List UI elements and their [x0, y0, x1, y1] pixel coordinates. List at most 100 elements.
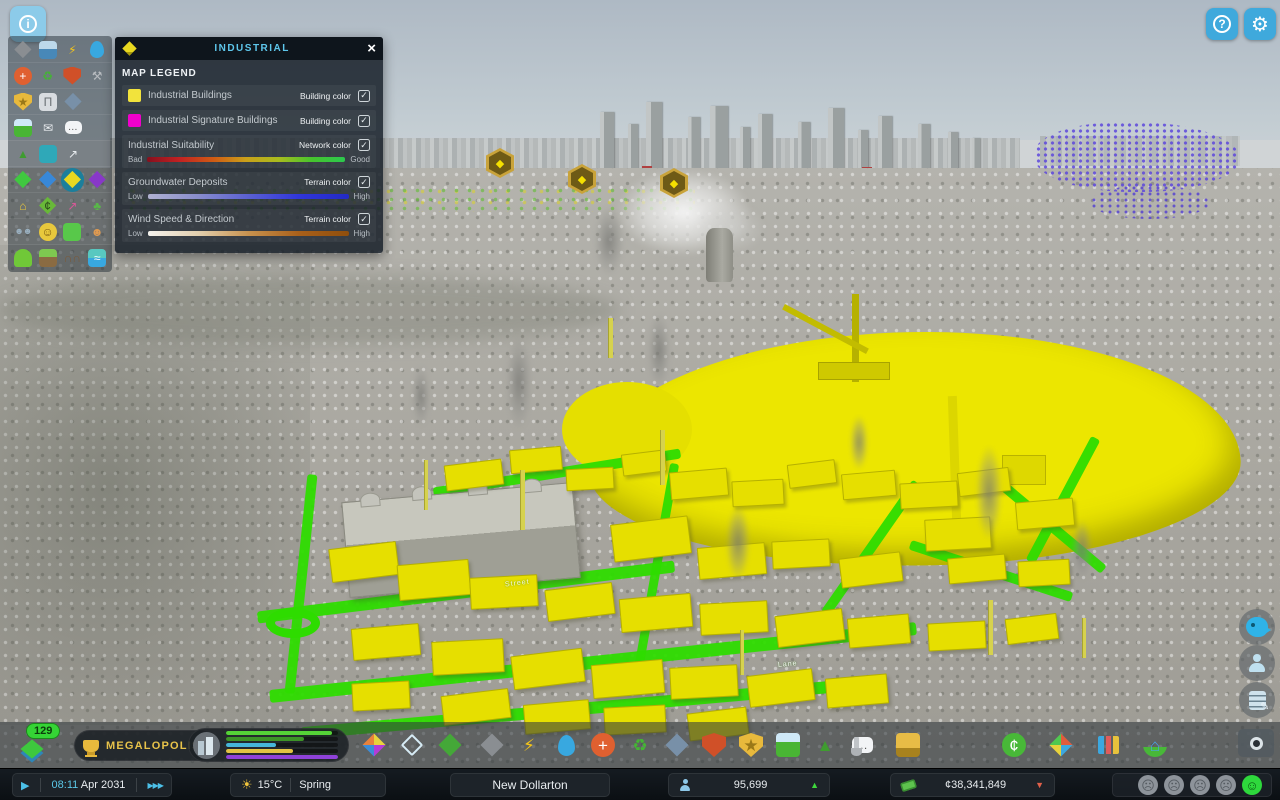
police-icon[interactable]: ★	[11, 90, 35, 114]
money-icon[interactable]	[61, 220, 85, 244]
legend-label: Industrial Signature Buildings	[148, 115, 293, 126]
demand-bars	[226, 731, 338, 759]
city-name-display[interactable]: New Dollarton	[450, 773, 610, 797]
mineral-resources-icon[interactable]	[85, 168, 109, 192]
skyscraper	[828, 108, 844, 172]
population-display[interactable]: 95,699 ▲	[668, 773, 830, 797]
parks-recreation-icon[interactable]: ▲	[11, 142, 35, 166]
legend-color-type: Terrain color	[304, 177, 351, 187]
play-button[interactable]: ▶	[21, 779, 29, 792]
terrain-icon[interactable]	[11, 246, 35, 270]
settings-button[interactable]: ⚙	[1244, 8, 1276, 40]
factory-dome	[411, 485, 432, 501]
fire-rescue-icon[interactable]	[61, 64, 85, 88]
help-button[interactable]: ?	[1206, 8, 1238, 40]
roads-tool-button[interactable]	[478, 731, 506, 759]
electricity-tool-button[interactable]: ⚡	[515, 731, 543, 759]
zones-icon[interactable]	[11, 168, 35, 192]
help-icon: ?	[1213, 15, 1231, 33]
legend-checkbox[interactable]: ✓	[358, 139, 370, 151]
smoke-plume	[1072, 520, 1092, 580]
happiness-face-icon[interactable]: ☹	[1164, 775, 1184, 795]
money-value: ¢38,341,849	[945, 779, 1006, 791]
electricity-icon[interactable]: ⚡	[61, 38, 85, 62]
industrial-building	[927, 621, 986, 652]
happiness-face-icon[interactable]: ☹	[1216, 775, 1236, 795]
fire-rescue-tool-button[interactable]	[700, 731, 728, 759]
transportation-tool-button[interactable]	[774, 731, 802, 759]
legend-checkbox[interactable]: ✓	[358, 90, 370, 102]
photo-mode-button[interactable]	[1238, 729, 1274, 757]
economy-panel-button[interactable]: ¢	[1000, 731, 1028, 759]
fertile-land-icon[interactable]: ♣	[85, 194, 109, 218]
journal-button[interactable]	[1239, 682, 1275, 718]
garbage-tool-button[interactable]: ♻	[626, 731, 654, 759]
land-value-icon[interactable]: ¢	[36, 194, 60, 218]
legend-row: Wind Speed & DirectionTerrain color✓LowH…	[122, 209, 376, 242]
legend-checkbox[interactable]: ✓	[358, 176, 370, 188]
close-icon[interactable]: ×	[367, 41, 376, 56]
chirper-button[interactable]	[1239, 609, 1275, 645]
skyscraper	[858, 130, 868, 172]
population-icon[interactable]: ☻☻	[11, 220, 35, 244]
trophy-icon	[83, 740, 99, 752]
speed-button[interactable]: ▶▶▶	[148, 781, 163, 790]
transportation-icon[interactable]	[11, 116, 35, 140]
happiness-icon[interactable]: ☺	[36, 220, 60, 244]
xp-progress-button[interactable]: 129	[16, 727, 60, 765]
zoning-empty-button[interactable]	[398, 731, 426, 759]
demand-button[interactable]	[188, 728, 349, 762]
industrial-building	[669, 468, 729, 501]
legend-checkbox[interactable]: ✓	[358, 115, 370, 127]
happiness-face-icon[interactable]: ☹	[1190, 775, 1210, 795]
follow-citizen-button[interactable]	[1239, 645, 1275, 681]
money-display[interactable]: ¢38,341,849 ▼	[890, 773, 1055, 797]
administration-icon[interactable]: Π	[36, 90, 60, 114]
industrial-infoview-icon[interactable]	[61, 168, 85, 192]
legend-color-type: Building color	[300, 116, 351, 126]
legend-swatch	[128, 89, 141, 102]
zones-tool-button[interactable]	[360, 731, 388, 759]
water-features-icon[interactable]	[36, 168, 60, 192]
city-statistics-icon[interactable]: ↗	[61, 194, 85, 218]
education-tool-button[interactable]	[663, 731, 691, 759]
happiness-face-icon[interactable]: ☹	[1138, 775, 1158, 795]
landscaping-button[interactable]	[436, 731, 464, 759]
city-name: New Dollarton	[492, 778, 567, 792]
soil-icon[interactable]	[36, 246, 60, 270]
excavator-body	[818, 362, 890, 380]
skyscraper	[740, 127, 750, 172]
city-statistics-panel-button[interactable]	[1094, 731, 1122, 759]
noise-pollution-icon[interactable]: ∩∩	[61, 246, 85, 270]
garbage-icon[interactable]: ♻	[36, 64, 60, 88]
residential-icon[interactable]: ⌂	[11, 194, 35, 218]
mail-icon[interactable]: ✉	[36, 116, 60, 140]
vehicles-icon[interactable]	[36, 38, 60, 62]
journal-icon	[1249, 691, 1266, 710]
water-sewage-tool-button[interactable]	[552, 731, 580, 759]
legend-checkbox[interactable]: ✓	[358, 213, 370, 225]
shoreline-icon[interactable]: ≈	[85, 246, 109, 270]
happiness-display[interactable]: ☹ ☹ ☹ ☹ ☺	[1112, 773, 1272, 797]
progression-panel-button[interactable]: ⌂	[1141, 731, 1169, 759]
healthcare-icon[interactable]: +	[11, 64, 35, 88]
workplaces-icon[interactable]: ☻	[85, 220, 109, 244]
water-icon[interactable]	[85, 38, 109, 62]
healthcare-tool-button[interactable]: +	[589, 731, 617, 759]
info-icon: i	[19, 15, 37, 33]
climate-display[interactable]: ☀ 15°C Spring	[230, 773, 386, 797]
communications-icon[interactable]: …	[61, 116, 85, 140]
police-tool-button[interactable]: ★	[737, 731, 765, 759]
happiness-face-active-icon[interactable]: ☺	[1242, 775, 1262, 795]
parks-tool-button[interactable]: ▲	[811, 731, 839, 759]
skyscraper	[948, 132, 958, 172]
tourism-icon[interactable]	[36, 142, 60, 166]
info-views-button[interactable]	[1047, 731, 1075, 759]
maintenance-icon[interactable]: ⚒	[85, 64, 109, 88]
roads-icon[interactable]	[11, 38, 35, 62]
routes-icon[interactable]: ↗	[61, 142, 85, 166]
industrial-building	[431, 638, 505, 676]
education-icon[interactable]	[61, 90, 85, 114]
bulldozer-tool-button[interactable]	[894, 731, 922, 759]
main-toolbar: 129 MEGALOPOLIS ⚡+♻★▲…¢⌂	[0, 722, 1280, 768]
